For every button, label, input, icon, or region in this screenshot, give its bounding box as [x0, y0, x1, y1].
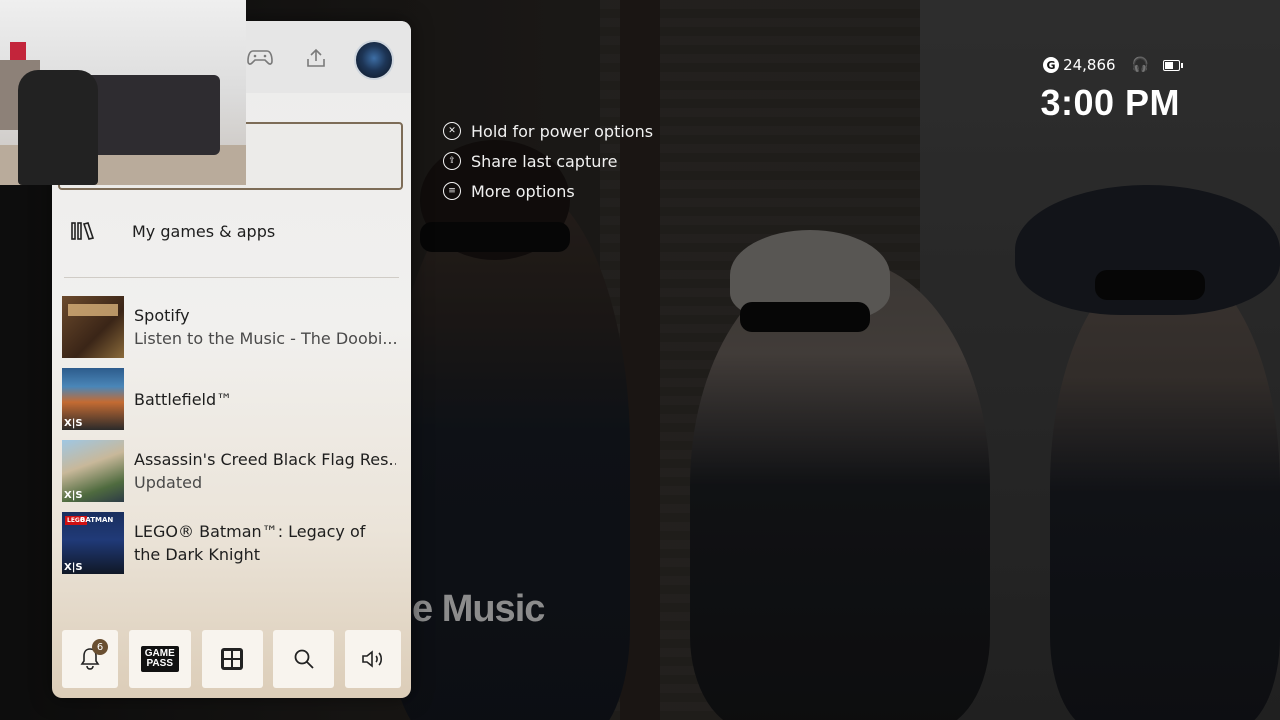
webcam-overlay	[0, 0, 246, 185]
profile-avatar[interactable]	[354, 40, 394, 80]
background-title-text: e Music	[412, 588, 545, 630]
recent-item-spotify[interactable]: Spotify Listen to the Music - The Doobi.…	[62, 296, 402, 358]
xs-badge: X|S	[64, 418, 83, 429]
controller-hints: ✕ Hold for power options ⇪ Share last ca…	[443, 116, 653, 206]
recent-item-subtitle: Listen to the Music - The Doobi...	[134, 329, 396, 348]
webcam-red-object	[10, 42, 26, 60]
xbox-logo-icon: ✕	[443, 122, 461, 140]
hint-label: Hold for power options	[471, 121, 654, 141]
gamerscore-icon: G	[1043, 57, 1060, 73]
guide-bottom-bar: 6 GAME PASS	[62, 630, 401, 688]
hint-power-options: ✕ Hold for power options	[443, 116, 653, 146]
upload-share-icon[interactable]	[301, 43, 331, 73]
game-pass-button[interactable]: GAME PASS	[128, 630, 191, 688]
recent-item-title: Spotify	[134, 306, 190, 325]
controller-icon[interactable]	[245, 43, 275, 73]
recent-item-battlefield[interactable]: X|S Battlefield™	[62, 368, 402, 430]
game-pass-logo-line: PASS	[146, 658, 174, 669]
hint-more-options: ≡ More options	[443, 176, 653, 206]
webcam-chair	[18, 70, 98, 185]
menu-icon: ≡	[443, 182, 461, 200]
lego-batman-thumbnail: X|S	[62, 512, 124, 574]
xs-badge: X|S	[64, 490, 83, 501]
hint-label: Share last capture	[471, 151, 618, 171]
clock: 3:00 PM	[1040, 82, 1180, 123]
battery-icon	[1163, 59, 1183, 71]
recent-item-subtitle: Updated	[134, 473, 203, 492]
divider	[64, 277, 399, 278]
library-icon	[62, 221, 106, 241]
battlefield-thumbnail: X|S	[62, 368, 124, 430]
status-bar: G 24,866 🎧	[1043, 56, 1183, 74]
recent-item-title: Assassin's Creed Black Flag Res...	[134, 450, 396, 469]
menu-label: My games & apps	[132, 221, 276, 241]
volume-icon	[362, 650, 383, 668]
gamerscore-value: 24,866	[1063, 56, 1116, 74]
store-button[interactable]	[201, 630, 263, 688]
volume-button[interactable]	[345, 630, 401, 688]
hint-label: More options	[471, 181, 575, 201]
notification-count-badge: 6	[92, 639, 108, 655]
recent-item-text: Spotify Listen to the Music - The Doobi.…	[134, 304, 396, 350]
store-icon	[221, 648, 243, 670]
hint-share-capture: ⇪ Share last capture	[443, 146, 653, 176]
recent-item-text: LEGO® Batman™: Legacy of the Dark Knight	[134, 520, 396, 566]
recent-item-lego-batman[interactable]: X|S LEGO® Batman™: Legacy of the Dark Kn…	[62, 512, 402, 574]
game-pass-logo: GAME PASS	[140, 646, 179, 672]
search-icon	[294, 649, 314, 669]
recent-item-text: Assassin's Creed Black Flag Res... Updat…	[134, 448, 396, 494]
headset-icon: 🎧	[1131, 57, 1149, 73]
assassins-creed-thumbnail: X|S	[62, 440, 124, 502]
recent-item-title: Battlefield™	[134, 389, 233, 409]
spotify-thumbnail	[62, 296, 124, 358]
share-icon: ⇪	[443, 152, 461, 170]
recent-item-title: LEGO® Batman™: Legacy of the Dark Knight	[134, 522, 366, 564]
recent-item-text: Battlefield™	[134, 388, 396, 411]
notifications-button[interactable]: 6	[62, 630, 118, 688]
xs-badge: X|S	[64, 562, 83, 573]
my-games-and-apps[interactable]: My games & apps	[62, 208, 402, 254]
recent-item-assassins-creed[interactable]: X|S Assassin's Creed Black Flag Res... U…	[62, 440, 402, 502]
search-button[interactable]	[273, 630, 335, 688]
